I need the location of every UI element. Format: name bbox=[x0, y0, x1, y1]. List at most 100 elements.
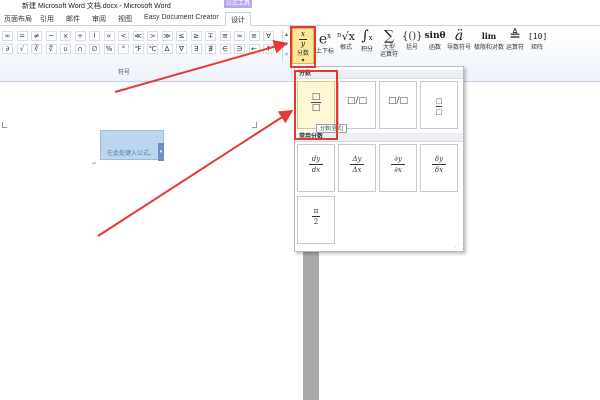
symbol-symbols_row2-18[interactable]: ↑ bbox=[263, 44, 274, 54]
symbol-symbols_row2-10[interactable]: ℃ bbox=[147, 44, 158, 54]
function-icon: sinθ bbox=[424, 31, 446, 41]
fraction-small-item[interactable]: □ □ bbox=[420, 81, 458, 129]
symbol-symbols_row1-5[interactable]: ÷ bbox=[74, 31, 86, 41]
large-operator-icon: ∑ bbox=[384, 28, 394, 44]
bracket-button-label: 括号 bbox=[405, 45, 418, 51]
common-fraction-small-delta[interactable]: δy δx bbox=[420, 144, 458, 192]
symbol-symbols_row2-11[interactable]: ∆ bbox=[161, 44, 173, 54]
matrix-button-label: 矩阵 bbox=[530, 45, 543, 51]
symbol-symbols_row1-13[interactable]: ≥ bbox=[190, 31, 202, 41]
symbol-symbols_row1-14[interactable]: ∓ bbox=[205, 31, 216, 41]
symbol-symbols_row2-12[interactable]: ∇ bbox=[176, 44, 187, 54]
symbol-symbols_row2-4[interactable]: ∪ bbox=[60, 44, 71, 54]
limit-icon: lim bbox=[481, 31, 497, 41]
symbol-symbols_row1-10[interactable]: > bbox=[147, 31, 158, 41]
script-button[interactable]: ex 上下标 bbox=[316, 28, 334, 64]
bracket-icon: {()} bbox=[402, 31, 423, 42]
radical-button[interactable]: ⁿ√x 根式 bbox=[336, 28, 356, 64]
limit-log-button-label: 极限和对数 bbox=[474, 45, 505, 51]
symbol-symbols_row1-12[interactable]: ≤ bbox=[176, 31, 187, 41]
operator-button-label: 运算符 bbox=[505, 45, 524, 51]
symbol-symbols_row1-6[interactable]: ! bbox=[89, 31, 100, 41]
fraction-button-highlight bbox=[290, 26, 316, 68]
symbol-symbols_row2-8[interactable]: ° bbox=[118, 44, 129, 54]
tab-page-layout[interactable]: 页面布局 bbox=[4, 14, 32, 24]
symbol-symbols_row2-17[interactable]: ← bbox=[248, 44, 260, 54]
bracket-button[interactable]: {()} 括号 bbox=[402, 28, 423, 64]
equation-options-handle[interactable]: ▾ bbox=[158, 143, 164, 161]
symbol-symbols_row1-16[interactable]: ≈ bbox=[234, 31, 245, 41]
symbol-symbols_row1-9[interactable]: ≪ bbox=[132, 31, 144, 41]
symbol-symbols_row2-9[interactable]: ℉ bbox=[132, 44, 144, 54]
symbol-symbols_row1-11[interactable]: ≫ bbox=[161, 31, 173, 41]
integral-button[interactable]: ∫x 积分 bbox=[358, 28, 376, 64]
common-fraction-dy-dx[interactable]: dy dx bbox=[297, 144, 335, 192]
symbol-symbols_row1-8[interactable]: < bbox=[118, 31, 129, 41]
large-operator-button-label: 大型 运算符 bbox=[379, 45, 398, 58]
matrix-icon: [10] bbox=[528, 32, 548, 41]
fraction-linear-item[interactable]: □/□ bbox=[379, 81, 417, 129]
fraction-skewed-item[interactable]: □/□ bbox=[338, 81, 376, 129]
paragraph-mark: ↵ bbox=[92, 161, 98, 167]
tab-mailings[interactable]: 邮件 bbox=[66, 14, 80, 24]
fraction-dy-dx: dy dx bbox=[309, 155, 323, 174]
equation-placeholder-text: 在此处键入公式。 bbox=[107, 151, 156, 157]
equation-placeholder-box[interactable]: 在此处键入公式。 ▾ bbox=[100, 130, 164, 161]
matrix-button[interactable]: [10] 矩阵 bbox=[528, 28, 548, 64]
common-fraction-partial[interactable]: ∂y ∂x bbox=[379, 144, 417, 192]
symbol-symbols_row2-6[interactable]: ∅ bbox=[89, 44, 100, 54]
accent-button-label: 导数符号 bbox=[446, 45, 471, 51]
fraction-linear-icon: □/□ bbox=[387, 96, 409, 106]
integral-icon: ∫x bbox=[361, 28, 373, 44]
symbol-symbols_row1-18[interactable]: ∀ bbox=[263, 31, 274, 41]
large-operator-button[interactable]: ∑ 大型 运算符 bbox=[378, 28, 400, 64]
symbols-gallery-scroll[interactable]: ▴ ▾ ▿ bbox=[282, 30, 290, 62]
symbol-symbols_row1-15[interactable]: ≅ bbox=[219, 31, 231, 41]
common-fraction-delta-y-delta-x[interactable]: Δy Δx bbox=[338, 144, 376, 192]
symbol-symbols_row2-13[interactable]: ∃ bbox=[190, 44, 202, 54]
symbol-symbols_row2-1[interactable]: √ bbox=[16, 44, 28, 54]
symbol-symbols_row2-2[interactable]: ∛ bbox=[31, 44, 42, 54]
scroll-down-icon[interactable]: ▾ bbox=[283, 40, 290, 50]
symbol-symbols_row2-7[interactable]: % bbox=[103, 44, 115, 54]
integral-button-label: 积分 bbox=[360, 47, 373, 53]
symbol-symbols_row1-17[interactable]: ≡ bbox=[248, 31, 260, 41]
scroll-up-icon[interactable]: ▴ bbox=[283, 30, 290, 40]
fraction-small-icon: □ □ bbox=[435, 97, 443, 116]
tab-review[interactable]: 审阅 bbox=[92, 14, 106, 24]
fraction-item-highlight bbox=[294, 70, 338, 140]
word-window: 新建 Microsoft Word 文档.docx - Microsoft Wo… bbox=[0, 0, 600, 400]
tab-easy-document-creator[interactable]: Easy Document Creator bbox=[144, 14, 219, 21]
common-fraction-pi-over-2[interactable]: π2 bbox=[297, 196, 335, 244]
fraction-partial: ∂y ∂x bbox=[391, 155, 405, 174]
fraction-skewed-icon: □/□ bbox=[346, 96, 368, 106]
page-corner-mark bbox=[2, 122, 7, 128]
function-button[interactable]: sinθ 函数 bbox=[424, 28, 446, 64]
symbol-symbols_row2-0[interactable]: ∂ bbox=[2, 44, 13, 54]
tab-design[interactable]: 设计 bbox=[225, 12, 251, 26]
symbol-symbols_row2-15[interactable]: ∈ bbox=[219, 44, 231, 54]
symbol-symbols_row1-3[interactable]: ~ bbox=[45, 31, 57, 41]
function-button-label: 函数 bbox=[428, 45, 441, 51]
symbol-symbols_row1-1[interactable]: = bbox=[16, 31, 28, 41]
fraction-delta: Δy Δx bbox=[350, 155, 364, 174]
symbol-symbols_row1-0[interactable]: ∞ bbox=[2, 31, 13, 41]
symbol-symbols_row2-16[interactable]: ∋ bbox=[234, 44, 245, 54]
symbol-symbols_row1-4[interactable]: × bbox=[60, 31, 71, 41]
more-icon[interactable]: ▿ bbox=[283, 50, 290, 60]
operator-button[interactable]: ≜ 运算符 bbox=[504, 28, 526, 64]
tab-references[interactable]: 引用 bbox=[40, 14, 54, 24]
symbol-symbols_row1-2[interactable]: ≠ bbox=[31, 31, 42, 41]
accent-button[interactable]: ä 导数符号 bbox=[446, 28, 472, 64]
fraction-small-delta: δy δx bbox=[432, 155, 446, 174]
symbols-group-label: 符号 bbox=[118, 70, 131, 76]
symbol-symbols_row2-14[interactable]: ∄ bbox=[205, 44, 216, 54]
limit-log-button[interactable]: lim 极限和对数 bbox=[474, 28, 504, 64]
symbol-symbols_row2-3[interactable]: ∜ bbox=[45, 44, 57, 54]
symbol-symbols_row1-7[interactable]: ∝ bbox=[103, 31, 115, 41]
fraction-pi-over-2: π2 bbox=[312, 207, 320, 226]
tab-view[interactable]: 视图 bbox=[118, 14, 132, 24]
symbol-symbols_row2-5[interactable]: ∩ bbox=[74, 44, 86, 54]
resize-grip-icon[interactable]: ⋰ bbox=[455, 243, 461, 249]
window-title: 新建 Microsoft Word 文档.docx - Microsoft Wo… bbox=[22, 3, 171, 10]
